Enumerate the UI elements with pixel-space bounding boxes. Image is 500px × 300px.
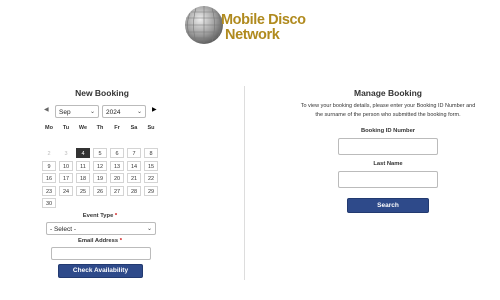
manage-booking-title: Manage Booking bbox=[353, 88, 422, 98]
calendar-day[interactable]: 9 bbox=[42, 160, 56, 171]
event-type-label: Event Type * bbox=[82, 213, 118, 219]
calendar-day[interactable]: 19 bbox=[93, 173, 107, 183]
chevron-down-icon: ⌄ bbox=[136, 109, 142, 115]
calendar-day[interactable]: 23 bbox=[42, 185, 56, 196]
logo: Mobile Disco Network bbox=[183, 4, 323, 46]
weekday-header: Su bbox=[147, 125, 155, 131]
calendar-day[interactable]: 29 bbox=[144, 185, 158, 196]
chevron-down-icon: ⌄ bbox=[146, 226, 152, 232]
calendar-day[interactable]: 10 bbox=[59, 160, 73, 171]
check-availability-button[interactable]: Check Availability bbox=[58, 264, 143, 278]
calendar-day[interactable]: 16 bbox=[42, 173, 56, 183]
calendar-day[interactable]: 17 bbox=[59, 173, 73, 183]
event-type-select[interactable]: - Select - ⌄ bbox=[46, 222, 156, 235]
calendar-day[interactable]: 8 bbox=[144, 148, 158, 158]
calendar-day[interactable]: 26 bbox=[93, 185, 107, 196]
divider bbox=[244, 86, 245, 280]
calendar-day[interactable]: 25 bbox=[76, 185, 90, 196]
calendar-day[interactable]: 7 bbox=[127, 148, 141, 158]
weekday-header: Th bbox=[96, 125, 104, 131]
calendar-day[interactable]: 11 bbox=[76, 160, 90, 171]
calendar-day[interactable]: 13 bbox=[110, 160, 124, 171]
manage-booking-description: To view your booking details, please ent… bbox=[300, 103, 476, 118]
booking-id-field[interactable] bbox=[338, 138, 438, 155]
month-select[interactable]: Sep ⌄ bbox=[55, 105, 99, 118]
email-label: Email Address * bbox=[78, 238, 122, 244]
calendar-day[interactable]: 14 bbox=[127, 160, 141, 171]
calendar-day[interactable]: 21 bbox=[127, 173, 141, 183]
calendar-day[interactable]: 15 bbox=[144, 160, 158, 171]
calendar-day[interactable]: 6 bbox=[110, 148, 124, 158]
calendar-day[interactable]: 24 bbox=[59, 185, 73, 196]
prev-month-icon[interactable]: ◀ bbox=[44, 106, 49, 113]
calendar-day[interactable]: 18 bbox=[76, 173, 90, 183]
weekday-header: Sa bbox=[130, 125, 138, 131]
new-booking-title: New Booking bbox=[75, 88, 129, 98]
year-select[interactable]: 2024 ⌄ bbox=[102, 105, 146, 118]
calendar-day[interactable]: 27 bbox=[110, 185, 124, 196]
next-month-icon[interactable]: ▶ bbox=[152, 106, 157, 113]
calendar-day: 2 bbox=[42, 148, 56, 158]
weekday-header: Tu bbox=[62, 125, 70, 131]
calendar-day: 3 bbox=[59, 148, 73, 158]
calendar-day[interactable]: 20 bbox=[110, 173, 124, 183]
calendar-day[interactable]: 4 bbox=[76, 148, 90, 158]
chevron-down-icon: ⌄ bbox=[89, 109, 95, 115]
calendar-day[interactable]: 28 bbox=[127, 185, 141, 196]
last-name-field[interactable] bbox=[338, 171, 438, 188]
weekday-header: We bbox=[78, 125, 88, 131]
last-name-label: Last Name bbox=[373, 161, 403, 167]
weekday-header: Fr bbox=[114, 125, 120, 131]
calendar-day[interactable]: 22 bbox=[144, 173, 158, 183]
brand-line-2: Network bbox=[225, 27, 280, 43]
calendar-day[interactable]: 5 bbox=[93, 148, 107, 158]
weekday-header: Mo bbox=[45, 125, 53, 131]
booking-id-label: Booking ID Number bbox=[360, 128, 416, 134]
month-value: Sep bbox=[59, 109, 71, 116]
calendar-day[interactable]: 12 bbox=[93, 160, 107, 171]
year-value: 2024 bbox=[106, 109, 121, 116]
calendar-day[interactable]: 30 bbox=[42, 198, 56, 208]
event-type-value: - Select - bbox=[50, 226, 77, 233]
search-button[interactable]: Search bbox=[347, 198, 429, 213]
email-field[interactable] bbox=[51, 247, 151, 260]
brand-line-1: Mobile Disco bbox=[221, 12, 306, 28]
